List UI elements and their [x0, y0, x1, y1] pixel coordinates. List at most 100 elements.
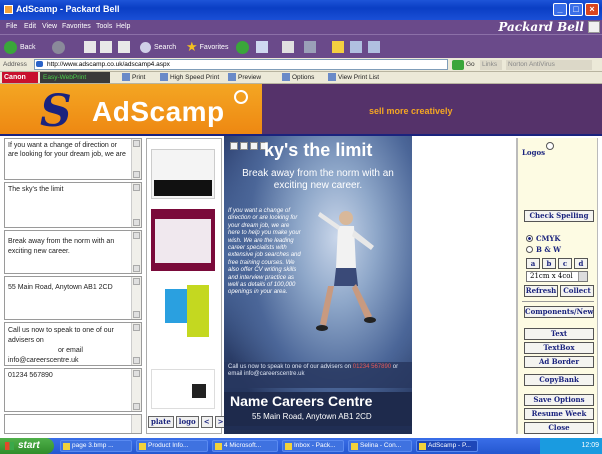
logo-button[interactable]: logo — [175, 416, 199, 428]
collect-button[interactable]: Collect — [560, 285, 594, 297]
template-thumbnail[interactable] — [151, 209, 215, 271]
resume-week-button[interactable]: Resume Week — [524, 408, 594, 420]
url-input[interactable]: http://www.adscamp.co.uk/adscamp4.aspx — [34, 59, 448, 70]
research-button[interactable] — [368, 40, 380, 54]
canon-view-print-list-button[interactable]: View Print List — [328, 73, 379, 81]
scroll-up-icon[interactable] — [133, 232, 140, 239]
check-spelling-button[interactable]: Check Spelling — [524, 210, 594, 222]
print-icon[interactable] — [250, 142, 258, 150]
save-icon[interactable] — [230, 142, 238, 150]
call-textbox[interactable]: Call us now to speak to one of our advis… — [4, 322, 142, 366]
text-button[interactable]: Text — [524, 328, 594, 340]
start-button[interactable]: start — [0, 438, 54, 454]
phone-textbox[interactable]: 01234 567890 — [4, 368, 142, 412]
messenger-button[interactable] — [350, 40, 362, 54]
norton-antivirus-button[interactable]: Norton AntiVirus — [506, 60, 592, 70]
scroll-up-icon[interactable] — [133, 184, 140, 191]
taskbar-item[interactable]: Inbox - Pack... — [282, 440, 344, 452]
save-options-button[interactable]: Save Options — [524, 394, 594, 406]
stop-button[interactable] — [84, 40, 96, 54]
refresh-button[interactable]: Refresh — [524, 285, 558, 297]
bw-radio[interactable]: B & W — [526, 245, 561, 254]
go-arrow-icon[interactable] — [452, 60, 464, 70]
scrollbar[interactable] — [131, 139, 141, 179]
logos-radio[interactable] — [546, 142, 554, 150]
scrollbar[interactable] — [131, 183, 141, 227]
history-button[interactable] — [236, 40, 249, 54]
favorites-button[interactable]: ★ Favorites — [186, 40, 228, 54]
extra-textbox[interactable] — [4, 414, 142, 434]
print-icon — [122, 73, 130, 81]
close-window-button[interactable]: × — [585, 3, 599, 16]
menu-favorites[interactable]: Favorites — [62, 23, 91, 30]
scrollbar[interactable] — [131, 231, 141, 273]
textbox-button[interactable]: TextBox — [524, 342, 594, 354]
folder-button[interactable] — [332, 40, 344, 54]
option-a-button[interactable]: a — [526, 258, 540, 269]
scroll-down-icon[interactable] — [133, 311, 140, 318]
scroll-down-icon[interactable] — [133, 171, 140, 178]
template-button[interactable]: plate — [148, 416, 174, 428]
refresh-button[interactable] — [100, 40, 112, 54]
scroll-up-icon[interactable] — [133, 324, 140, 331]
scroll-down-icon[interactable] — [133, 357, 140, 364]
canon-toolbar: Canon Easy-WebPrint Print High Speed Pri… — [0, 72, 602, 84]
scroll-up-icon[interactable] — [133, 278, 140, 285]
scroll-down-icon[interactable] — [133, 265, 140, 272]
canon-options-button[interactable]: Options — [282, 73, 314, 81]
subheading-textbox[interactable]: Break away from the norm with an excitin… — [4, 230, 142, 274]
taskbar-item-active[interactable]: AdScamp - P... — [416, 440, 478, 452]
taskbar-item[interactable]: page 3.bmp ... — [60, 440, 132, 452]
intro-textbox[interactable]: If you want a change of direction or are… — [4, 138, 142, 180]
menu-help[interactable]: Help — [116, 23, 130, 30]
ad-size-select[interactable]: 21cm x 4col — [526, 271, 588, 282]
scroll-up-icon[interactable] — [133, 370, 140, 377]
menu-file[interactable]: File — [6, 23, 17, 30]
edit-button[interactable] — [304, 40, 316, 54]
option-c-button[interactable]: c — [558, 258, 572, 269]
scroll-down-icon[interactable] — [133, 219, 140, 226]
scroll-up-icon[interactable] — [133, 140, 140, 147]
headline-textbox[interactable]: The sky's the limit — [4, 182, 142, 228]
scrollbar[interactable] — [131, 277, 141, 319]
copybank-button[interactable]: CopyBank — [524, 374, 594, 386]
scrollbar[interactable] — [131, 369, 141, 411]
template-thumbnail[interactable] — [151, 369, 215, 409]
intro-text: If you want a change of direction or are… — [8, 142, 126, 158]
menu-view[interactable]: View — [42, 23, 57, 30]
template-thumbnail[interactable] — [151, 279, 215, 351]
mail-button[interactable] — [256, 40, 268, 54]
maximize-button[interactable]: □ — [569, 3, 583, 16]
scrollbar[interactable] — [131, 415, 141, 433]
template-thumbnail[interactable] — [151, 149, 215, 199]
menu-edit[interactable]: Edit — [24, 23, 36, 30]
menu-tools[interactable]: Tools — [96, 23, 112, 30]
forward-arrow-icon — [52, 40, 65, 54]
option-b-button[interactable]: b — [542, 258, 556, 269]
components-new-button[interactable]: Components/New — [524, 306, 594, 318]
ad-border-button[interactable]: Ad Border — [524, 356, 594, 368]
prev-button[interactable]: < — [200, 416, 213, 428]
taskbar-item[interactable]: Selina - Con... — [348, 440, 412, 452]
cmyk-radio[interactable]: CMYK — [526, 234, 560, 243]
edit-icon[interactable] — [240, 142, 248, 150]
canon-print-button[interactable]: Print — [122, 73, 145, 81]
canon-high-speed-print-button[interactable]: High Speed Print — [160, 73, 219, 81]
print-button[interactable] — [282, 40, 294, 54]
taskbar-item[interactable]: Product Info... — [136, 440, 208, 452]
scrollbar[interactable] — [131, 323, 141, 365]
back-button[interactable]: Back — [4, 40, 36, 54]
scroll-down-icon[interactable] — [133, 403, 140, 410]
home-button[interactable] — [118, 40, 130, 54]
forward-button[interactable] — [52, 40, 65, 54]
close-button[interactable]: Close — [524, 422, 594, 434]
option-d-button[interactable]: d — [574, 258, 588, 269]
address-textbox[interactable]: 55 Main Road, Anytown AB1 2CD — [4, 276, 142, 320]
poster-call-text: Call us now to speak to one of our advis… — [228, 364, 352, 370]
canon-preview-button[interactable]: Preview — [228, 73, 261, 81]
minimize-button[interactable]: _ — [553, 3, 567, 16]
links-button[interactable]: Links — [480, 60, 502, 70]
taskbar-item[interactable]: 4 Microsoft... — [212, 440, 278, 452]
search-button[interactable]: Search — [140, 40, 176, 54]
go-button[interactable]: Go — [466, 61, 475, 68]
